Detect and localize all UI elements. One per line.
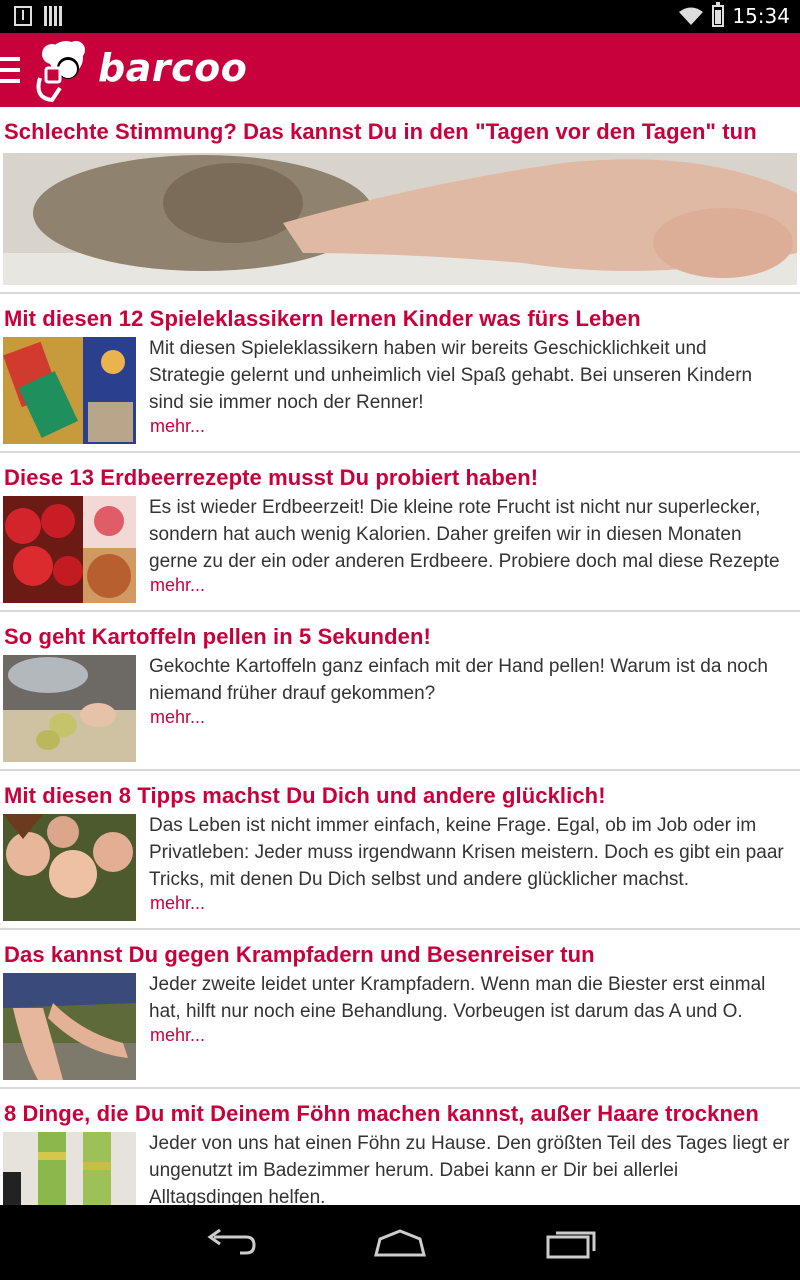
article-teaser: Jeder zweite leidet unter Krampfadern. W… [149,971,799,1025]
article-card[interactable]: Mit diesen 12 Spieleklassikern lernen Ki… [0,294,800,453]
teaser-line: Es ist wieder Erdbeerzeit! Die kleine ro… [149,497,761,518]
read-more-link[interactable]: mehr... [150,1025,205,1046]
article-card[interactable]: Diese 13 Erdbeerrezepte musst Du probier… [0,453,800,612]
article-card[interactable]: Mit diesen 8 Tipps machst Du Dich und an… [0,771,800,930]
article-feed[interactable]: Schlechte Stimmung? Das kannst Du in den… [0,107,800,1205]
article-card[interactable]: 8 Dinge, die Du mit Deinem Föhn machen k… [0,1089,800,1205]
read-more-link[interactable]: mehr... [150,893,205,914]
brand-name[interactable]: barcoo [98,46,247,90]
battery-icon [712,2,725,27]
article-card[interactable]: So geht Kartoffeln pellen in 5 Sekunden!… [0,612,800,771]
teaser-line: hat, hilft nur noch eine Behandlung. Vor… [149,1001,743,1022]
teaser-line: Privatleben: Jeder muss irgendwann Krise… [149,842,784,863]
status-bar: 15:34 [0,0,800,33]
strawberry-thumbnail[interactable] [3,496,136,603]
article-teaser: Jeder von uns hat einen Föhn zu Hause. D… [149,1130,799,1205]
back-button[interactable] [200,1227,260,1259]
article-title[interactable]: Das kannst Du gegen Krampfadern und Bese… [4,942,595,968]
article-teaser: Das Leben ist nicht immer einfach, keine… [149,812,799,893]
teaser-line: Mit diesen Spieleklassikern haben wir be… [149,338,707,359]
teaser-line: Gekochte Kartoffeln ganz einfach mit der… [149,656,768,677]
teaser-line: Jeder von uns hat einen Föhn zu Hause. D… [149,1133,790,1154]
clock: 15:34 [732,4,790,28]
teaser-line: niemand früher drauf gekommen? [149,683,436,704]
article-teaser: Es ist wieder Erdbeerzeit! Die kleine ro… [149,494,799,575]
recent-apps-button[interactable] [542,1227,602,1259]
article-title[interactable]: 8 Dinge, die Du mit Deinem Föhn machen k… [4,1101,759,1127]
app-header: barcoo [0,33,800,107]
teaser-line: Alltagsdingen helfen. [149,1187,326,1205]
teaser-line: sondern hat auch wenig Kalorien. Daher g… [149,524,742,545]
home-button[interactable] [370,1227,430,1259]
article-title[interactable]: Diese 13 Erdbeerrezepte musst Du probier… [4,465,538,491]
teaser-line: Tricks, mit denen Du Dich selbst und and… [149,869,689,890]
read-more-link[interactable]: mehr... [150,416,205,437]
barcoo-logo-icon[interactable] [30,38,92,104]
teaser-line: Strategie gelernt und unheimlich viel Sp… [149,365,753,386]
download-notification-icon [14,6,32,26]
article-title[interactable]: Mit diesen 12 Spieleklassikern lernen Ki… [4,306,641,332]
legs-thumbnail[interactable] [3,973,136,1080]
potato-peeling-thumbnail[interactable] [3,655,136,762]
article-title[interactable]: Mit diesen 8 Tipps machst Du Dich und an… [4,783,606,809]
menu-icon[interactable] [0,57,20,83]
read-more-link[interactable]: mehr... [150,707,205,728]
system-navigation-bar [0,1205,800,1280]
article-title[interactable]: Schlechte Stimmung? Das kannst Du in den… [4,119,757,145]
board-games-thumbnail[interactable] [3,337,136,444]
teaser-line: Das Leben ist nicht immer einfach, keine… [149,815,757,836]
happy-friends-thumbnail[interactable] [3,814,136,921]
article-card[interactable]: Das kannst Du gegen Krampfadern und Bese… [0,930,800,1089]
article-title[interactable]: So geht Kartoffeln pellen in 5 Sekunden! [4,624,431,650]
teaser-line: ungenutzt im Badezimmer herum. Dabei kan… [149,1160,679,1181]
teaser-line: gerne zu der ein oder anderen Erdbeere. … [149,551,780,572]
barcode-notification-icon [44,6,62,26]
teaser-line: Jeder zweite leidet unter Krampfadern. W… [149,974,766,995]
cat-photo[interactable] [3,153,797,285]
teaser-line: sind sie immer noch der Renner! [149,392,424,413]
article-teaser: Gekochte Kartoffeln ganz einfach mit der… [149,653,799,707]
socks-thumbnail[interactable] [3,1132,136,1205]
article-teaser: Mit diesen Spieleklassikern haben wir be… [149,335,799,416]
wifi-icon [678,6,704,26]
read-more-link[interactable]: mehr... [150,575,205,596]
article-card[interactable]: Schlechte Stimmung? Das kannst Du in den… [0,107,800,294]
